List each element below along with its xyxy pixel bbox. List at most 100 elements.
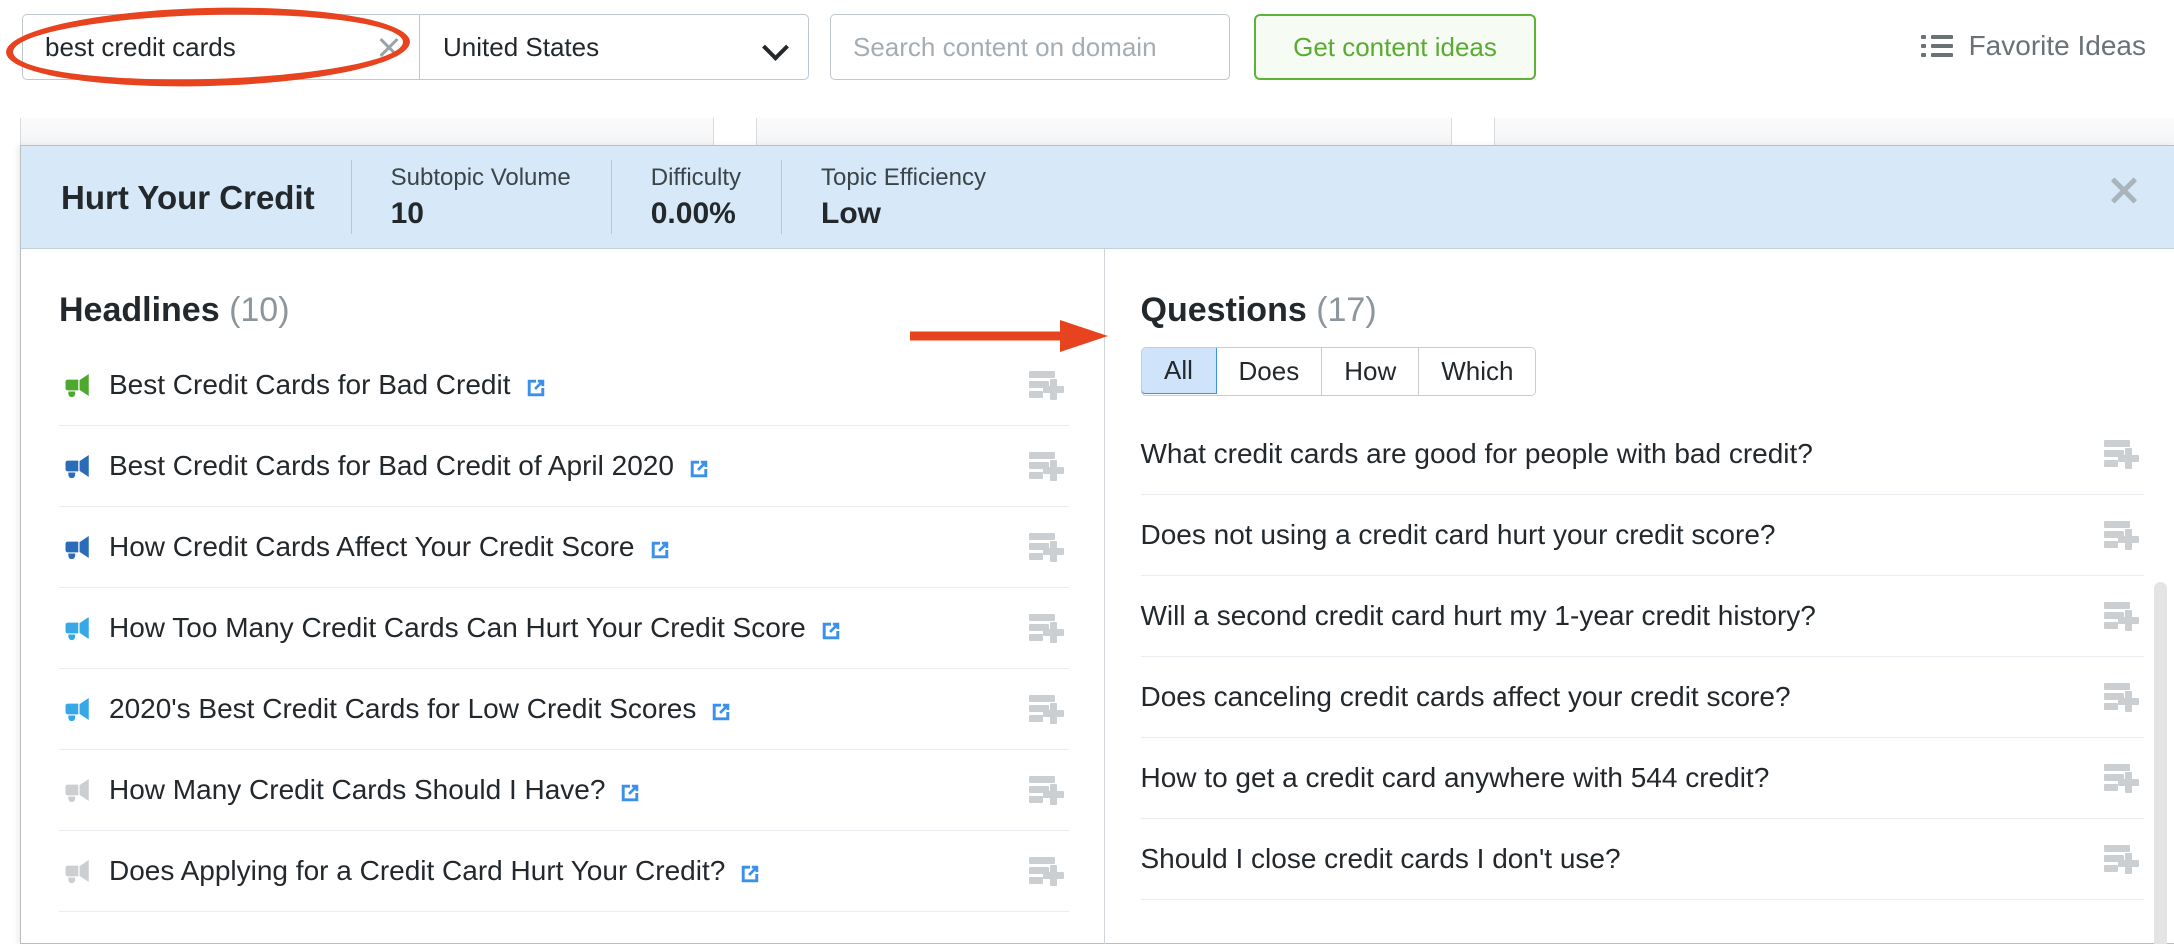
question-label: Does not using a credit card hurt your c… xyxy=(1140,519,1776,550)
question-text: Does not using a credit card hurt your c… xyxy=(1141,519,1776,551)
questions-scrollbar[interactable] xyxy=(2154,582,2167,944)
headline-text: Best Credit Cards for Bad Credit xyxy=(109,369,547,401)
domain-search-input[interactable] xyxy=(830,14,1230,80)
headline-label: How Many Credit Cards Should I Have? xyxy=(109,774,606,805)
headline-text: How Credit Cards Affect Your Credit Scor… xyxy=(109,531,671,563)
headline-label: How Too Many Credit Cards Can Hurt Your … xyxy=(109,612,806,643)
headline-label: Does Applying for a Credit Card Hurt You… xyxy=(109,855,726,886)
app-root: United States Get content ideas Favorite… xyxy=(0,0,2174,944)
metric-label: Topic Efficiency xyxy=(821,163,986,191)
headline-row[interactable]: 2020's Best Credit Cards for Low Credit … xyxy=(59,669,1069,750)
list-icon xyxy=(1920,34,1953,58)
question-row[interactable]: What credit cards are good for people wi… xyxy=(1140,414,2144,495)
external-link-icon[interactable] xyxy=(619,779,641,802)
metric-topic-efficiency: Topic Efficiency Low xyxy=(781,163,1026,230)
panel-header: Hurt Your Credit Subtopic Volume 10 Diff… xyxy=(21,146,2174,249)
question-label: Does canceling credit cards affect your … xyxy=(1140,681,1791,712)
headline-text: How Too Many Credit Cards Can Hurt Your … xyxy=(109,612,842,644)
headlines-list: Best Credit Cards for Bad Credit Best Cre… xyxy=(59,345,1104,912)
headlines-title-label: Headlines xyxy=(59,291,220,329)
questions-title-label: Questions xyxy=(1140,291,1307,329)
question-row[interactable]: How to get a credit card anywhere with 5… xyxy=(1140,738,2144,819)
keyword-search-input[interactable] xyxy=(23,17,333,77)
questions-count: (17) xyxy=(1316,291,1377,329)
metric-label: Subtopic Volume xyxy=(390,163,571,191)
headline-row[interactable]: Does Applying for a Credit Card Hurt You… xyxy=(59,831,1069,912)
questions-tab-how[interactable]: How xyxy=(1322,348,1420,395)
subtopic-detail-panel: Hurt Your Credit Subtopic Volume 10 Diff… xyxy=(20,145,2174,944)
add-to-list-icon[interactable] xyxy=(1029,614,1064,643)
metric-value: 10 xyxy=(390,196,424,230)
metric-subtopic-volume: Subtopic Volume 10 xyxy=(351,163,611,230)
metric-difficulty: Difficulty 0.00% xyxy=(611,163,781,230)
question-text: Should I close credit cards I don't use? xyxy=(1141,843,1621,875)
question-text: Will a second credit card hurt my 1-year… xyxy=(1141,600,1816,632)
questions-tab-all[interactable]: All xyxy=(1141,348,1217,394)
questions-list: What credit cards are good for people wi… xyxy=(1140,414,2174,900)
favorite-ideas-label: Favorite Ideas xyxy=(1968,30,2146,61)
metric-value: 0.00% xyxy=(650,196,736,230)
question-text: What credit cards are good for people wi… xyxy=(1141,438,1813,470)
get-content-ideas-button[interactable]: Get content ideas xyxy=(1254,14,1536,80)
question-row[interactable]: Will a second credit card hurt my 1-year… xyxy=(1140,576,2144,657)
question-label: Should I close credit cards I don't use? xyxy=(1140,843,1621,874)
headline-row[interactable]: How Too Many Credit Cards Can Hurt Your … xyxy=(59,588,1069,669)
headline-text: Does Applying for a Credit Card Hurt You… xyxy=(109,855,761,887)
add-to-list-icon[interactable] xyxy=(1029,452,1064,481)
external-link-icon[interactable] xyxy=(525,374,547,397)
country-select-value: United States xyxy=(443,31,600,62)
metric-value: Low xyxy=(821,196,881,230)
megaphone-icon xyxy=(59,611,93,645)
external-link-icon[interactable] xyxy=(739,860,761,883)
add-to-list-icon[interactable] xyxy=(2103,521,2139,550)
megaphone-icon xyxy=(59,530,93,564)
get-content-ideas-label: Get content ideas xyxy=(1293,31,1497,62)
headlines-title: Headlines (10) xyxy=(59,249,1104,327)
favorite-ideas-button[interactable]: Favorite Ideas xyxy=(1920,20,2146,72)
questions-tab-does[interactable]: Does xyxy=(1216,348,1323,395)
add-to-list-icon[interactable] xyxy=(1029,371,1064,400)
add-to-list-icon[interactable] xyxy=(2103,683,2139,712)
question-row[interactable]: Does not using a credit card hurt your c… xyxy=(1140,495,2144,576)
headline-label: Best Credit Cards for Bad Credit xyxy=(109,369,511,400)
close-icon[interactable] xyxy=(2108,174,2140,206)
add-to-list-icon[interactable] xyxy=(1029,776,1064,805)
chevron-down-icon xyxy=(764,36,786,58)
add-to-list-icon[interactable] xyxy=(2103,764,2139,793)
headline-row[interactable]: How Many Credit Cards Should I Have? xyxy=(59,750,1069,831)
add-to-list-icon[interactable] xyxy=(1029,533,1064,562)
external-link-icon[interactable] xyxy=(649,536,671,559)
external-link-icon[interactable] xyxy=(688,455,710,478)
headline-row[interactable]: Best Credit Cards for Bad Credit xyxy=(59,345,1069,426)
headline-row[interactable]: Best Credit Cards for Bad Credit of Apri… xyxy=(59,426,1069,507)
question-text: How to get a credit card anywhere with 5… xyxy=(1141,762,1770,794)
question-row[interactable]: Does canceling credit cards affect your … xyxy=(1140,657,2144,738)
megaphone-icon xyxy=(59,773,93,807)
headline-label: Best Credit Cards for Bad Credit of Apri… xyxy=(109,450,674,481)
headlines-count: (10) xyxy=(229,291,290,329)
add-to-list-icon[interactable] xyxy=(1029,695,1064,724)
megaphone-icon xyxy=(59,692,93,726)
questions-filter-tabs: All Does How Which xyxy=(1140,347,1537,396)
megaphone-icon xyxy=(59,854,93,888)
headline-row[interactable]: How Credit Cards Affect Your Credit Scor… xyxy=(59,507,1069,588)
questions-title: Questions (17) xyxy=(1141,249,2174,327)
panel-body: Headlines (10) Best Credit Cards for Bad… xyxy=(21,249,2174,944)
headline-text: How Many Credit Cards Should I Have? xyxy=(109,774,641,806)
clear-keyword-icon[interactable] xyxy=(376,34,402,60)
panel-title: Hurt Your Credit xyxy=(61,178,315,216)
metric-label: Difficulty xyxy=(650,163,741,191)
questions-tab-which[interactable]: Which xyxy=(1419,348,1536,395)
external-link-icon[interactable] xyxy=(710,698,732,721)
question-row[interactable]: Should I close credit cards I don't use? xyxy=(1140,819,2144,900)
keyword-search-field[interactable] xyxy=(22,14,420,80)
headline-label: 2020's Best Credit Cards for Low Credit … xyxy=(109,693,697,724)
add-to-list-icon[interactable] xyxy=(2103,602,2139,631)
add-to-list-icon[interactable] xyxy=(2103,440,2139,469)
megaphone-icon xyxy=(59,368,93,402)
questions-column: Questions (17) All Does How Which What cred… xyxy=(1103,249,2174,944)
external-link-icon[interactable] xyxy=(820,617,842,640)
add-to-list-icon[interactable] xyxy=(2103,845,2139,874)
add-to-list-icon[interactable] xyxy=(1029,857,1064,886)
country-select[interactable]: United States xyxy=(419,14,809,80)
